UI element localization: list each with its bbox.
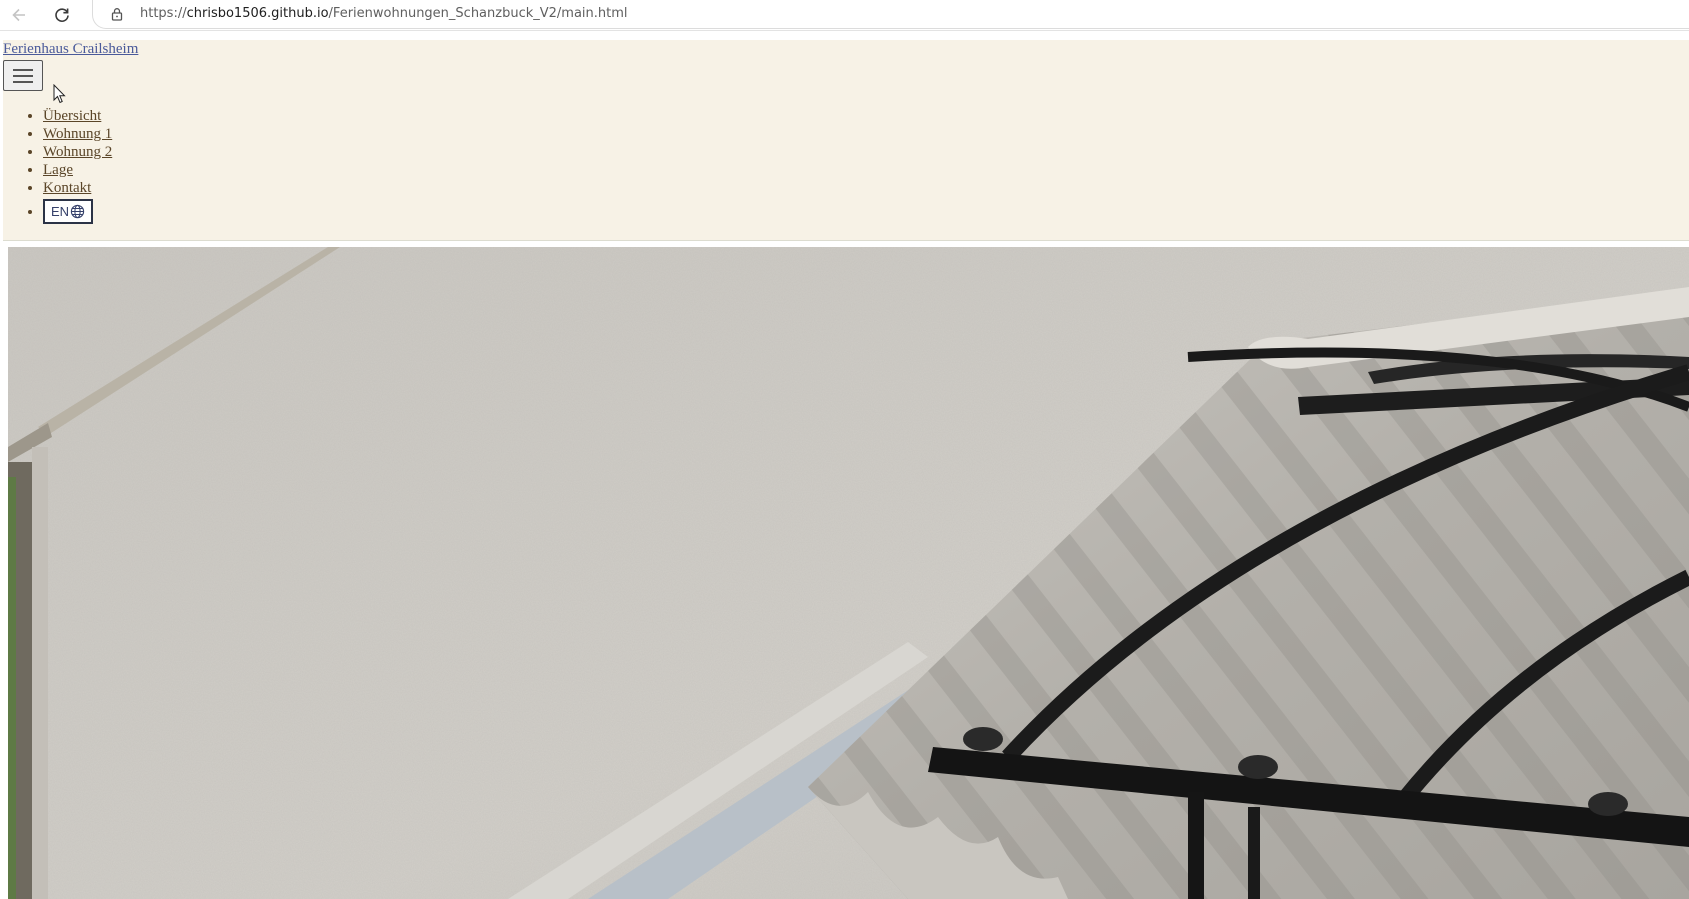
arrow-left-icon [12, 8, 25, 22]
site-header: Ferienhaus Crailsheim Übersicht Wohnung … [3, 40, 1689, 241]
brand-link[interactable]: Ferienhaus Crailsheim [3, 41, 138, 58]
menu-toggle-button[interactable] [3, 60, 43, 91]
url-path: /Ferienwohnungen_Schanzbuck_V2/main.html [328, 6, 628, 21]
nav-item-wohnung-1: Wohnung 1 [43, 125, 112, 143]
url-host: chrisbo1506.github.io [186, 6, 329, 21]
hamburger-icon [13, 68, 33, 83]
mouse-cursor-icon [53, 84, 66, 104]
nav-item-kontakt: Kontakt [43, 179, 112, 197]
address-bar[interactable]: https://chrisbo1506.github.io/Ferienwohn… [92, 0, 1689, 29]
language-toggle-button[interactable]: EN [43, 199, 94, 224]
main-nav: Übersicht Wohnung 1 Wohnung 2 Lage Konta… [3, 107, 112, 224]
nav-item-wohnung-2: Wohnung 2 [43, 143, 112, 161]
browser-toolbar: https://chrisbo1506.github.io/Ferienwohn… [0, 0, 1689, 31]
hero-image [8, 247, 1689, 899]
nav-item-uebersicht: Übersicht [43, 107, 112, 125]
nav-link-kontakt[interactable]: Kontakt [43, 180, 91, 196]
lock-icon [111, 8, 123, 21]
language-label: EN [51, 203, 70, 219]
nav-item-language: EN [43, 197, 112, 224]
nav-item-lage: Lage [43, 161, 112, 179]
url-text: https://chrisbo1506.github.io/Ferienwohn… [140, 6, 628, 21]
globe-icon [70, 204, 85, 219]
back-button[interactable] [7, 3, 31, 27]
nav-link-lage[interactable]: Lage [43, 162, 73, 178]
reload-icon [55, 8, 69, 22]
reload-button[interactable] [50, 3, 74, 27]
nav-link-uebersicht[interactable]: Übersicht [43, 108, 101, 124]
nav-link-wohnung-2[interactable]: Wohnung 2 [43, 144, 112, 160]
hero-photo-illustration [8, 247, 1689, 899]
nav-link-wohnung-1[interactable]: Wohnung 1 [43, 126, 112, 142]
url-prefix: https:// [140, 6, 187, 21]
